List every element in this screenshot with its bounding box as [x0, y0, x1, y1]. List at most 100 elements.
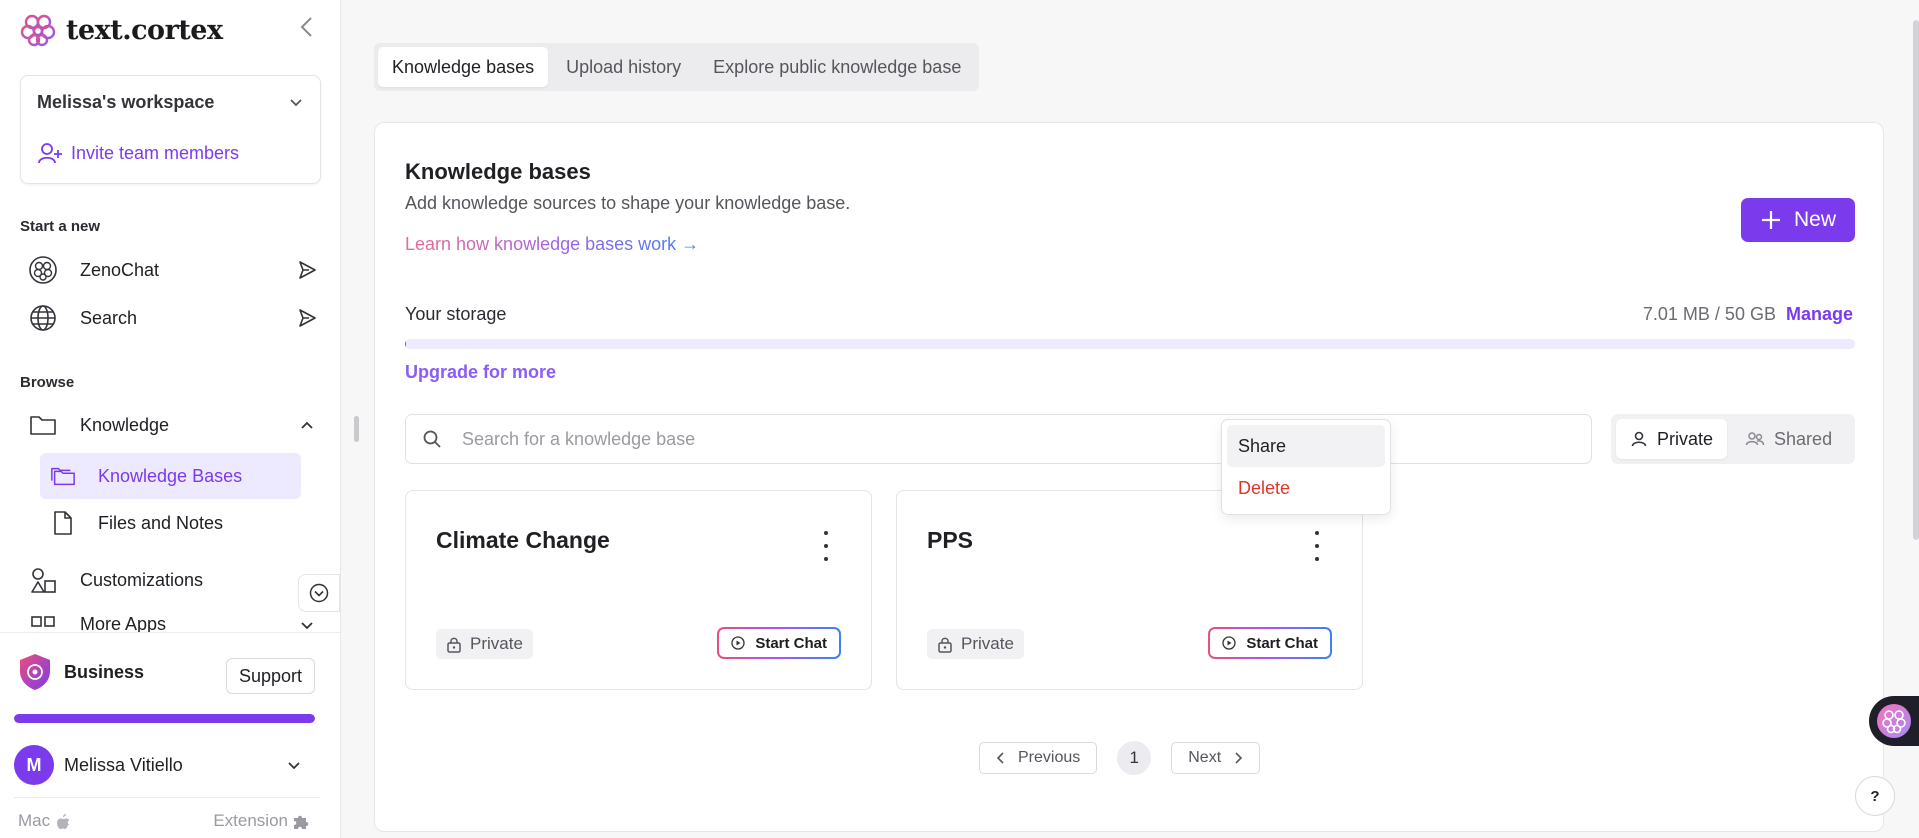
- sidebar-item-label: Files and Notes: [98, 512, 224, 533]
- page-subtitle: Add knowledge sources to shape your know…: [405, 193, 851, 213]
- brain-logo-icon: [1877, 704, 1911, 738]
- workspace-switcher[interactable]: Melissa's workspace Invite team members: [20, 75, 321, 184]
- puzzle-icon: [294, 815, 309, 829]
- new-knowledge-base-button[interactable]: New: [1741, 198, 1855, 242]
- page-tabs: Knowledge bases Upload history Explore p…: [374, 43, 980, 91]
- support-button[interactable]: Support: [226, 658, 315, 694]
- chevron-down-icon[interactable]: [288, 94, 304, 110]
- knowledge-base-card[interactable]: PPS Private Start Chat: [896, 490, 1363, 690]
- filter-private[interactable]: Private: [1616, 419, 1728, 459]
- next-page-button[interactable]: Next: [1171, 742, 1261, 774]
- sidebar-item-files-and-notes[interactable]: Files and Notes: [40, 500, 301, 546]
- knowledge-bases-panel: Knowledge bases Add knowledge sources to…: [374, 122, 1884, 832]
- help-button[interactable]: ?: [1855, 776, 1895, 816]
- send-icon[interactable]: [296, 259, 318, 281]
- chevron-left-icon: [996, 752, 1004, 764]
- storage-usage: 7.01 MB / 50 GB Manage: [1643, 304, 1853, 325]
- knowledge-base-title: Climate Change: [436, 527, 610, 553]
- storage-progress-bar: [405, 339, 1855, 349]
- folders-icon: [50, 463, 76, 489]
- storage-used: 7.01 MB / 50 GB: [1642, 304, 1776, 324]
- chevron-right-icon: [1235, 752, 1243, 764]
- knowledge-base-card[interactable]: Climate Change Private Start Chat: [405, 490, 872, 690]
- browse-section-label: Browse: [20, 374, 75, 391]
- zeno-assistant-button[interactable]: [1869, 696, 1919, 746]
- start-chat-label: Start Chat: [1246, 634, 1318, 652]
- pagination: Previous 1 Next: [979, 741, 1261, 775]
- extension-link[interactable]: Extension: [213, 811, 310, 831]
- start-chat-label: Start Chat: [755, 634, 827, 652]
- shield-icon: [20, 654, 50, 690]
- knowledge-base-title: PPS: [927, 527, 974, 553]
- storage-progress-fill: [405, 339, 407, 349]
- start-chat-button[interactable]: Start Chat: [717, 627, 841, 659]
- visibility-filter: Private Shared: [1611, 414, 1855, 464]
- visibility-label: Private: [961, 634, 1014, 653]
- mac-app-link[interactable]: Mac: [18, 811, 71, 831]
- learn-more-link[interactable]: Learn how knowledge bases work →: [405, 234, 699, 255]
- tab-knowledge-bases[interactable]: Knowledge bases: [378, 47, 549, 87]
- filter-label: Shared: [1774, 428, 1833, 449]
- logo-text: text.cortex: [66, 14, 223, 46]
- file-icon: [50, 510, 76, 536]
- chevron-up-icon[interactable]: [296, 414, 318, 436]
- tab-upload-history[interactable]: Upload history: [552, 47, 695, 87]
- sidebar-item-zenochat[interactable]: ZenoChat: [28, 254, 318, 286]
- lock-icon: [447, 637, 461, 653]
- sidebar-resize-handle[interactable]: [354, 416, 359, 442]
- workspace-name: Melissa's workspace: [37, 92, 215, 112]
- plan-name: Business: [64, 661, 145, 682]
- sidebar-item-customizations[interactable]: Customizations: [28, 564, 318, 596]
- sidebar-item-search[interactable]: Search: [28, 302, 318, 334]
- lock-icon: [938, 637, 952, 653]
- sidebar-item-more-apps[interactable]: More Apps: [28, 614, 318, 632]
- invite-label: Invite team members: [71, 142, 240, 163]
- new-button-label: New: [1793, 208, 1836, 231]
- tab-explore-public[interactable]: Explore public knowledge base: [699, 47, 975, 87]
- previous-page-button[interactable]: Previous: [979, 742, 1098, 774]
- menu-item-share[interactable]: Share: [1227, 425, 1385, 467]
- send-icon[interactable]: [296, 307, 318, 329]
- filter-label: Private: [1657, 428, 1714, 449]
- more-options-icon[interactable]: [1312, 531, 1322, 561]
- sidebar-item-label: Customizations: [80, 569, 204, 590]
- divider: [14, 797, 320, 798]
- scroll-down-button[interactable]: [298, 574, 340, 612]
- logo[interactable]: text.cortex: [20, 12, 223, 48]
- visibility-label: Private: [470, 634, 523, 653]
- more-options-icon[interactable]: [821, 531, 831, 561]
- knowledge-base-context-menu: Share Delete: [1221, 419, 1391, 515]
- sidebar-item-label: Search: [80, 307, 138, 328]
- chevron-down-icon[interactable]: [296, 614, 318, 632]
- menu-item-delete[interactable]: Delete: [1227, 467, 1385, 509]
- sidebar-item-knowledge-bases[interactable]: Knowledge Bases: [40, 453, 301, 499]
- search-box[interactable]: [405, 414, 1592, 464]
- sidebar: text.cortex Melissa's workspace Invite t…: [0, 0, 341, 838]
- sidebar-item-label: ZenoChat: [80, 259, 160, 280]
- search-input[interactable]: [462, 428, 1562, 450]
- current-page[interactable]: 1: [1117, 741, 1152, 775]
- collapse-sidebar-button[interactable]: [296, 14, 318, 40]
- sidebar-footer: Business Support M Melissa Vitiello Mac …: [0, 632, 340, 838]
- chevron-down-circle-icon: [309, 583, 329, 603]
- start-section-label: Start a new: [20, 218, 101, 235]
- chevron-down-icon[interactable]: [284, 755, 304, 775]
- upgrade-link[interactable]: Upgrade for more: [405, 362, 556, 383]
- manage-storage-link[interactable]: Manage: [1786, 304, 1853, 325]
- sidebar-item-label: More Apps: [80, 614, 167, 632]
- next-label: Next: [1188, 749, 1222, 766]
- page-title: Knowledge bases: [405, 159, 591, 184]
- brain-icon: [28, 255, 58, 285]
- start-chat-button[interactable]: Start Chat: [1208, 627, 1332, 659]
- sidebar-item-knowledge[interactable]: Knowledge: [28, 409, 318, 441]
- play-circle-icon: [1222, 636, 1236, 650]
- page-scrollbar[interactable]: [1913, 20, 1919, 540]
- folder-icon: [28, 410, 58, 440]
- search-icon: [423, 430, 441, 448]
- globe-icon: [28, 303, 58, 333]
- storage-label: Your storage: [405, 304, 507, 324]
- users-icon: [1745, 432, 1765, 446]
- user-menu[interactable]: M Melissa Vitiello: [14, 745, 304, 785]
- filter-shared[interactable]: Shared: [1731, 419, 1846, 459]
- invite-team-button[interactable]: Invite team members: [37, 141, 239, 165]
